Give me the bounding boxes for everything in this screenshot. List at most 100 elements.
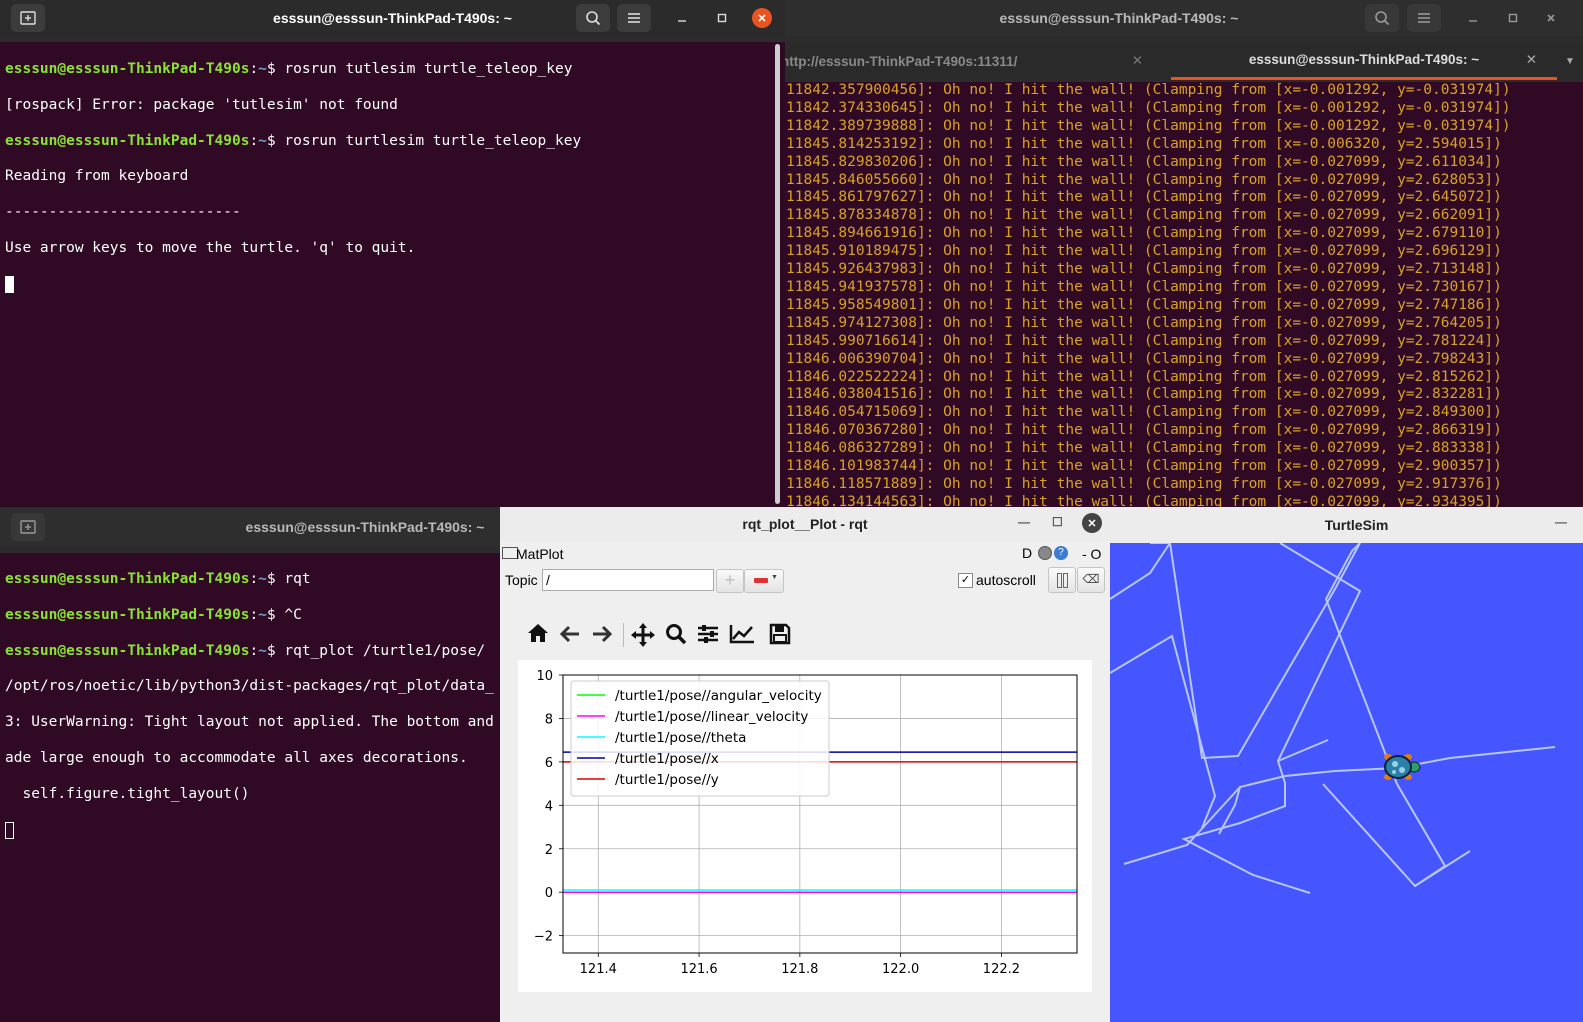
log-line: 11846.118571889]: Oh no! I hit the wall!… <box>786 475 1502 492</box>
tab-close-icon[interactable]: ✕ <box>1526 52 1537 68</box>
turtle-trail <box>1396 783 1447 887</box>
new-tab-icon[interactable] <box>11 513 45 541</box>
chevron-down-icon: ▼ <box>771 574 778 581</box>
y-tick-label: 4 <box>545 799 553 814</box>
plugin-header: MatPlot D ? - O <box>500 543 1110 565</box>
turtle-trail <box>1123 746 1556 865</box>
x-tick-label: 122.0 <box>882 962 919 977</box>
back-arrow-icon[interactable] <box>559 625 580 649</box>
maximize-icon[interactable] <box>1503 8 1523 28</box>
log-line: 11845.910189475]: Oh no! I hit the wall!… <box>786 243 1502 260</box>
log-line: 11845.846055660]: Oh no! I hit the wall!… <box>786 171 1502 188</box>
terminal-line: esssun@esssun-ThinkPad-T490s:~$ rqt <box>5 570 311 587</box>
text-cursor <box>5 821 14 839</box>
log-line: 11845.829830206]: Oh no! I hit the wall!… <box>786 153 1502 170</box>
maximize-icon[interactable]: ☐ <box>1052 515 1063 529</box>
pause-icon <box>1057 573 1062 588</box>
close-icon[interactable]: ✕ <box>1082 513 1102 533</box>
plugin-dock-controls[interactable]: - O <box>1082 546 1101 562</box>
save-icon[interactable] <box>769 623 791 651</box>
y-tick-label: 2 <box>545 843 553 858</box>
x-tick-label: 121.6 <box>680 962 717 977</box>
menu-icon[interactable] <box>617 4 651 32</box>
terminal-line: esssun@esssun-ThinkPad-T490s:~$ rosrun t… <box>5 132 582 149</box>
minimize-icon[interactable] <box>672 8 692 28</box>
tab-close-icon[interactable]: ✕ <box>1132 53 1143 69</box>
clear-button[interactable]: ⌫ <box>1077 567 1105 593</box>
close-icon[interactable] <box>752 8 772 28</box>
remove-topic-button[interactable]: ▼ <box>744 569 784 593</box>
text-cursor <box>5 275 14 293</box>
help-icon[interactable]: ? <box>1054 546 1068 560</box>
terminal-line: --------------------------- <box>5 204 241 221</box>
terminal-tab-bar: http://esssun-ThinkPad-T490s:11311/ ✕ es… <box>785 42 1583 80</box>
topic-input[interactable] <box>542 569 714 591</box>
minimize-icon[interactable]: — <box>1555 515 1567 529</box>
add-topic-button[interactable]: + <box>716 569 744 593</box>
log-line: 11846.006390704]: Oh no! I hit the wall!… <box>786 350 1502 367</box>
plot-canvas[interactable]: 121.4 121.6 121.8 122.0 122.2 10 8 6 4 2 0 −2/turtl… <box>518 660 1092 992</box>
plugin-d-button[interactable]: D <box>1022 545 1032 561</box>
x-tick-label: 121.4 <box>580 962 617 977</box>
terminal-titlebar[interactable]: esssun@esssun-ThinkPad-T490s: ~ <box>0 509 500 545</box>
edit-axis-icon[interactable] <box>729 624 755 650</box>
terminal-cursor-line <box>5 821 500 840</box>
terminal-titlebar[interactable]: esssun@esssun-ThinkPad-T490s: ~ <box>0 0 785 36</box>
turtle-trail <box>1322 783 1471 888</box>
terminal-line: [rospack] Error: package 'tutlesim' not … <box>5 96 398 113</box>
window-title: rqt_plot__Plot - rqt <box>742 516 868 532</box>
log-line: 11846.022522224]: Oh no! I hit the wall!… <box>786 368 1502 385</box>
tab-roscore[interactable]: http://esssun-ThinkPad-T490s:11311/ ✕ <box>785 42 1171 80</box>
rqt-plot-window: rqt_plot__Plot - rqt — ☐ ✕ MatPlot D ? -… <box>500 507 1110 1022</box>
y-tick-label: 10 <box>536 669 553 684</box>
scrollbar[interactable] <box>775 44 780 504</box>
toolbar-separator <box>623 623 624 647</box>
log-line: 11846.086327289]: Oh no! I hit the wall!… <box>786 440 1502 457</box>
minimize-icon[interactable]: — <box>1018 515 1030 529</box>
y-tick-label: 6 <box>545 756 553 771</box>
search-icon[interactable] <box>576 4 610 32</box>
tab-home[interactable]: esssun@esssun-ThinkPad-T490s: ~ ✕ <box>1171 42 1557 80</box>
home-icon[interactable] <box>527 623 549 649</box>
legend-label: /turtle1/pose//linear_velocity <box>615 709 808 725</box>
turtle-canvas <box>1110 543 1556 894</box>
window-title: esssun@esssun-ThinkPad-T490s: ~ <box>273 10 512 26</box>
forward-arrow-icon[interactable] <box>592 625 613 649</box>
terminal-output[interactable]: esssun@esssun-ThinkPad-T490s:~$ rosrun t… <box>0 42 785 507</box>
y-tick-label: −2 <box>534 930 553 945</box>
search-icon[interactable] <box>1365 4 1399 32</box>
turtle-icon <box>1384 754 1421 780</box>
terminal-line: 3: UserWarning: Tight layout not applied… <box>5 714 494 731</box>
close-icon[interactable] <box>1541 8 1561 28</box>
rqt-titlebar[interactable]: rqt_plot__Plot - rqt — ☐ ✕ <box>500 507 1110 541</box>
pan-icon[interactable] <box>631 623 655 653</box>
terminal-output[interactable]: esssun@esssun-ThinkPad-T490s:~$ rqt esss… <box>0 553 500 1022</box>
terminal-line: Reading from keyboard <box>5 168 189 185</box>
legend-label: /turtle1/pose//theta <box>615 730 746 746</box>
log-line: 11845.878334878]: Oh no! I hit the wall!… <box>786 207 1502 224</box>
autoscroll-checkbox[interactable]: ✓ <box>958 573 973 588</box>
turtlesim-titlebar[interactable]: TurtleSim — <box>1110 507 1583 543</box>
window-title: esssun@esssun-ThinkPad-T490s: ~ <box>245 519 485 535</box>
configure-subplots-icon[interactable] <box>697 624 719 650</box>
log-line: 11845.926437983]: Oh no! I hit the wall!… <box>786 261 1502 278</box>
log-output[interactable]: 11842.357900456]: Oh no! I hit the wall!… <box>785 82 1583 507</box>
pause-button[interactable] <box>1048 567 1076 593</box>
menu-icon[interactable] <box>1407 4 1441 32</box>
zoom-icon[interactable] <box>665 623 687 651</box>
pause-icon <box>1063 573 1068 588</box>
terminal-line: ade large enough to accommodate all axes… <box>5 749 468 766</box>
y-tick-label: 0 <box>545 886 553 901</box>
log-line: 11842.357900456]: Oh no! I hit the wall!… <box>786 82 1511 98</box>
log-line: 11845.814253192]: Oh no! I hit the wall!… <box>786 135 1502 152</box>
new-tab-icon[interactable] <box>11 4 45 32</box>
terminal-line: self.figure.tight_layout() <box>5 785 250 802</box>
maximize-icon[interactable] <box>712 8 732 28</box>
minimize-icon[interactable] <box>1463 8 1483 28</box>
terminal-titlebar[interactable]: esssun@esssun-ThinkPad-T490s: ~ <box>785 0 1583 36</box>
topic-row: Topic + ▼ ✓ autoscroll ⌫ <box>500 567 1110 595</box>
window-title: esssun@esssun-ThinkPad-T490s: ~ <box>999 10 1239 26</box>
tab-list-chevron-icon[interactable]: ▼ <box>1557 42 1583 80</box>
log-line: 11842.389739888]: Oh no! I hit the wall!… <box>786 117 1511 134</box>
settings-icon[interactable] <box>1038 546 1052 560</box>
